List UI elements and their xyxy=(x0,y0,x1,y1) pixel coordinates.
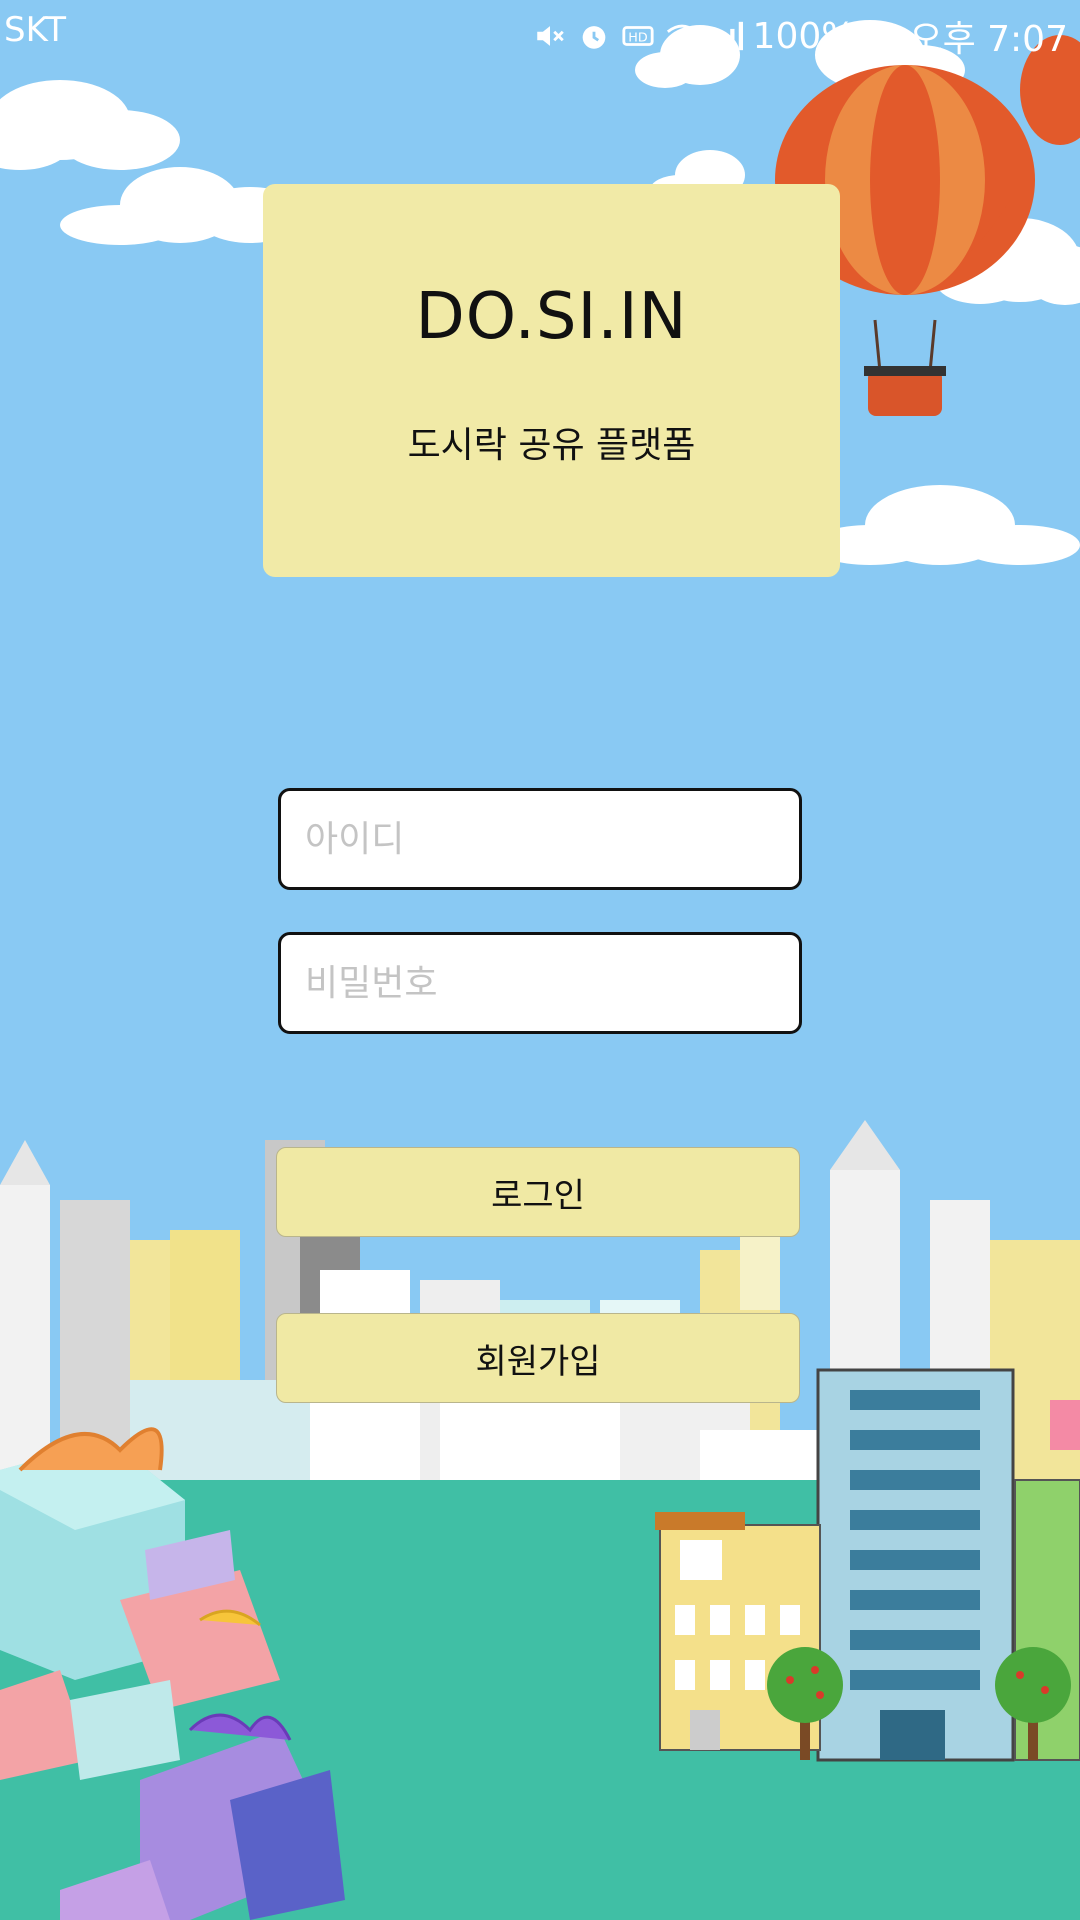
carrier-label: SKT xyxy=(4,10,67,50)
signal-icon xyxy=(709,19,743,53)
app-subtitle: 도시락 공유 플랫폼 xyxy=(407,425,696,466)
id-field[interactable] xyxy=(278,788,802,890)
battery-percent: 100% xyxy=(752,15,856,57)
login-button[interactable]: 로그인 xyxy=(276,1147,800,1237)
svg-text:HD: HD xyxy=(628,31,648,46)
mute-icon xyxy=(533,19,567,53)
password-field[interactable] xyxy=(278,932,802,1034)
signup-button-label: 회원가입 xyxy=(475,1341,601,1382)
office-building xyxy=(816,1368,1015,1762)
wifi-icon xyxy=(665,19,699,53)
status-bar: SKT HD 100% 오후 7:07 xyxy=(0,0,1080,62)
clock: 오후 7:07 xyxy=(909,19,1068,60)
status-icons: HD 100% 오후 7:07 xyxy=(533,10,1068,62)
logo-card: DO.SI.IN 도시락 공유 플랫폼 xyxy=(263,184,840,577)
app-title: DO.SI.IN xyxy=(415,280,688,354)
password-input[interactable] xyxy=(281,935,799,1031)
signup-button[interactable]: 회원가입 xyxy=(276,1313,800,1403)
id-input[interactable] xyxy=(281,791,799,887)
login-button-label: 로그인 xyxy=(491,1175,585,1216)
battery-icon xyxy=(865,19,899,53)
hd-icon: HD xyxy=(621,19,655,53)
alarm-icon xyxy=(577,19,611,53)
